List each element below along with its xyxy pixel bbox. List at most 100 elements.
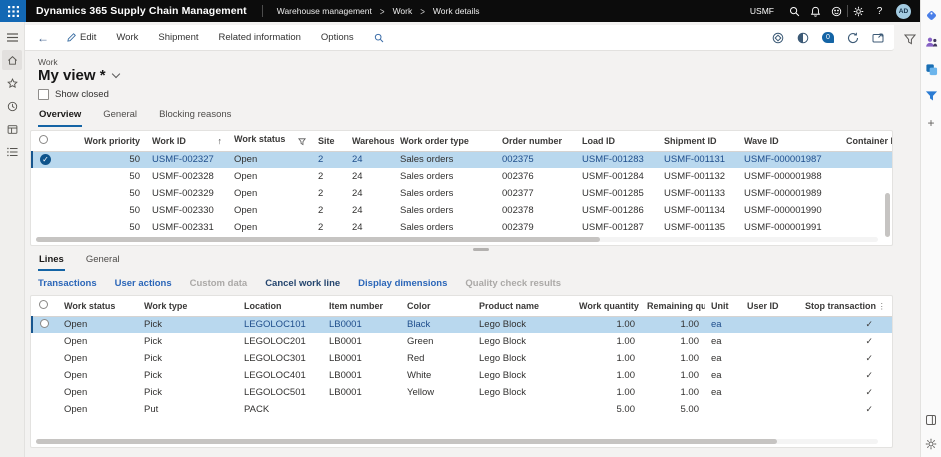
action-search-icon[interactable] [364,33,394,43]
cell-site[interactable]: 2 [312,151,346,168]
grid-row[interactable]: Open Pick LEGOLOC201 LB0001 Green Lego Block 1… [32,333,892,350]
cell-location[interactable]: LEGOLOC101 [238,316,323,333]
tag-icon[interactable] [924,8,938,22]
grid-row[interactable]: Open Pick LEGOLOC501 LB0001 Yellow Lego Block… [32,384,892,401]
column-header-work-quantity[interactable]: Work quantity [573,296,641,317]
column-options-icon[interactable]: ⋮ [878,301,888,312]
column-header-stop-transaction[interactable]: Stop transaction [799,296,887,317]
refresh-icon[interactable] [847,32,859,44]
row-select-checkbox[interactable] [32,185,58,202]
row-select-checkbox[interactable] [32,168,58,185]
hamburger-menu-icon[interactable] [2,27,22,47]
column-header-work-priority[interactable]: Work priority [58,131,146,152]
row-select-checkbox[interactable] [32,202,58,219]
column-header-load-id[interactable]: Load ID [576,131,658,152]
menu-shipment[interactable]: Shipment [148,32,208,43]
cell-order-number[interactable]: 002375 [496,151,576,168]
grid-row[interactable]: Open Pick LEGOLOC401 LB0001 White Lego Block 1… [32,367,892,384]
tab-lines[interactable]: Lines [38,252,65,271]
contrast-icon[interactable] [797,32,809,44]
column-header-item-number[interactable]: Item number [323,296,401,317]
user-actions-button[interactable]: User actions [115,278,172,289]
breadcrumb-item-warehouse-management[interactable]: Warehouse management [277,6,372,16]
column-header-location[interactable]: Location [238,296,323,317]
transactions-button[interactable]: Transactions [38,278,97,289]
grid-row[interactable]: Open Pick LEGOLOC101 LB0001 Black Lego Block 1… [31,316,892,333]
row-select-checkbox[interactable] [32,219,58,236]
cell-color[interactable]: Black [401,316,473,333]
recent-clock-icon[interactable] [2,96,22,116]
sidebar-settings-gear-icon[interactable] [924,437,938,451]
column-header-unit[interactable]: Unit [705,296,741,317]
cell-warehouse[interactable]: 24 [346,151,394,168]
menu-related-information[interactable]: Related information [209,32,311,43]
row-select-checkbox[interactable] [32,401,58,418]
column-options-icon[interactable]: ⋮ [878,136,888,147]
show-closed-checkbox[interactable]: Show closed [38,89,109,100]
cancel-work-line-button[interactable]: Cancel work line [265,278,340,289]
feedback-smiley-icon[interactable] [826,0,847,22]
column-header-product-name[interactable]: Product name [473,296,573,317]
column-header-color[interactable]: Color [401,296,473,317]
cell-load-id[interactable]: USMF-001283 [576,151,658,168]
column-header-n[interactable]: N [887,296,892,317]
display-dimensions-button[interactable]: Display dimensions [358,278,447,289]
messages-icon[interactable]: 0 [822,32,834,43]
tab-general[interactable]: General [102,107,138,127]
filter-icon[interactable] [924,89,938,103]
column-header-wave-id[interactable]: Wave ID [738,131,840,152]
grid-row[interactable]: 50 USMF-002328 Open 2 24 Sales orders 002376 US… [32,168,892,185]
grid-row[interactable]: Open Pick LEGOLOC301 LB0001 Red Lego Block 1.0… [32,350,892,367]
column-header-shipment-id[interactable]: Shipment ID [658,131,738,152]
row-select-checkbox[interactable] [32,384,58,401]
column-header-user-id[interactable]: User ID [741,296,799,317]
row-select-checkbox[interactable] [32,333,58,350]
checkbox-box[interactable] [38,89,49,100]
grid-splitter-handle[interactable] [472,248,489,251]
column-header-work-order-type[interactable]: Work order type [394,131,496,152]
grid-row[interactable]: 50 USMF-002331 Open 2 24 Sales orders 002379 US… [32,219,892,236]
settings-gear-icon[interactable] [848,0,869,22]
column-header-warehouse[interactable]: Warehouse [346,131,394,152]
grid-row[interactable]: ✓ 50 USMF-002327 Open 2 24 Sales orders 002375 U… [31,151,892,168]
menu-options[interactable]: Options [311,32,364,43]
column-header-work-type[interactable]: Work type [138,296,238,317]
column-header-order-number[interactable]: Order number [496,131,576,152]
company-selector[interactable]: USMF [740,6,784,16]
search-icon[interactable] [784,0,805,22]
app-launcher-icon[interactable] [0,0,26,22]
modules-icon[interactable] [2,119,22,139]
vertical-scrollbar[interactable] [885,193,890,237]
column-header-remaining-qua[interactable]: Remaining qua... [641,296,705,317]
open-in-new-window-icon[interactable] [872,32,884,43]
power-apps-icon[interactable] [772,32,784,44]
horizontal-scrollbar[interactable] [36,439,878,444]
app-title[interactable]: Dynamics 365 Supply Chain Management [26,5,262,17]
tab-blocking-reasons[interactable]: Blocking reasons [158,107,232,127]
row-select-checkbox[interactable]: ✓ [31,151,58,168]
edit-button[interactable]: Edit [57,32,106,43]
people-icon[interactable] [924,35,938,49]
view-chevron-down-icon[interactable] [111,69,120,79]
horizontal-scrollbar[interactable] [36,237,878,242]
help-icon[interactable]: ? [869,0,890,22]
workspaces-list-icon[interactable] [2,142,22,162]
breadcrumb-item-work-details[interactable]: Work details [433,6,480,16]
tab-lines-general[interactable]: General [85,252,121,271]
home-icon[interactable] [2,50,22,70]
cell-unit[interactable]: ea [705,316,741,333]
grid-row[interactable]: 50 USMF-002329 Open 2 24 Sales orders 002377 US… [32,185,892,202]
cell-wave-id[interactable]: USMF-000001987 [738,151,840,168]
notebook-panel-icon[interactable] [924,413,938,427]
back-button[interactable]: ← [33,31,57,45]
select-all-checkbox[interactable] [32,131,58,152]
grid-row[interactable]: 50 USMF-002330 Open 2 24 Sales orders 002378 US… [32,202,892,219]
avatar[interactable]: AD [896,3,911,19]
column-header-work-status[interactable]: Work status [58,296,138,317]
column-header-work-status[interactable]: Work status [228,131,312,152]
scrollbar-thumb[interactable] [36,237,601,242]
grid-row[interactable]: Open Put PACK 5.00 5.00 ✓ [32,401,892,418]
favorites-star-icon[interactable] [2,73,22,93]
row-select-checkbox[interactable] [32,350,58,367]
breadcrumb-item-work[interactable]: Work [393,6,413,16]
